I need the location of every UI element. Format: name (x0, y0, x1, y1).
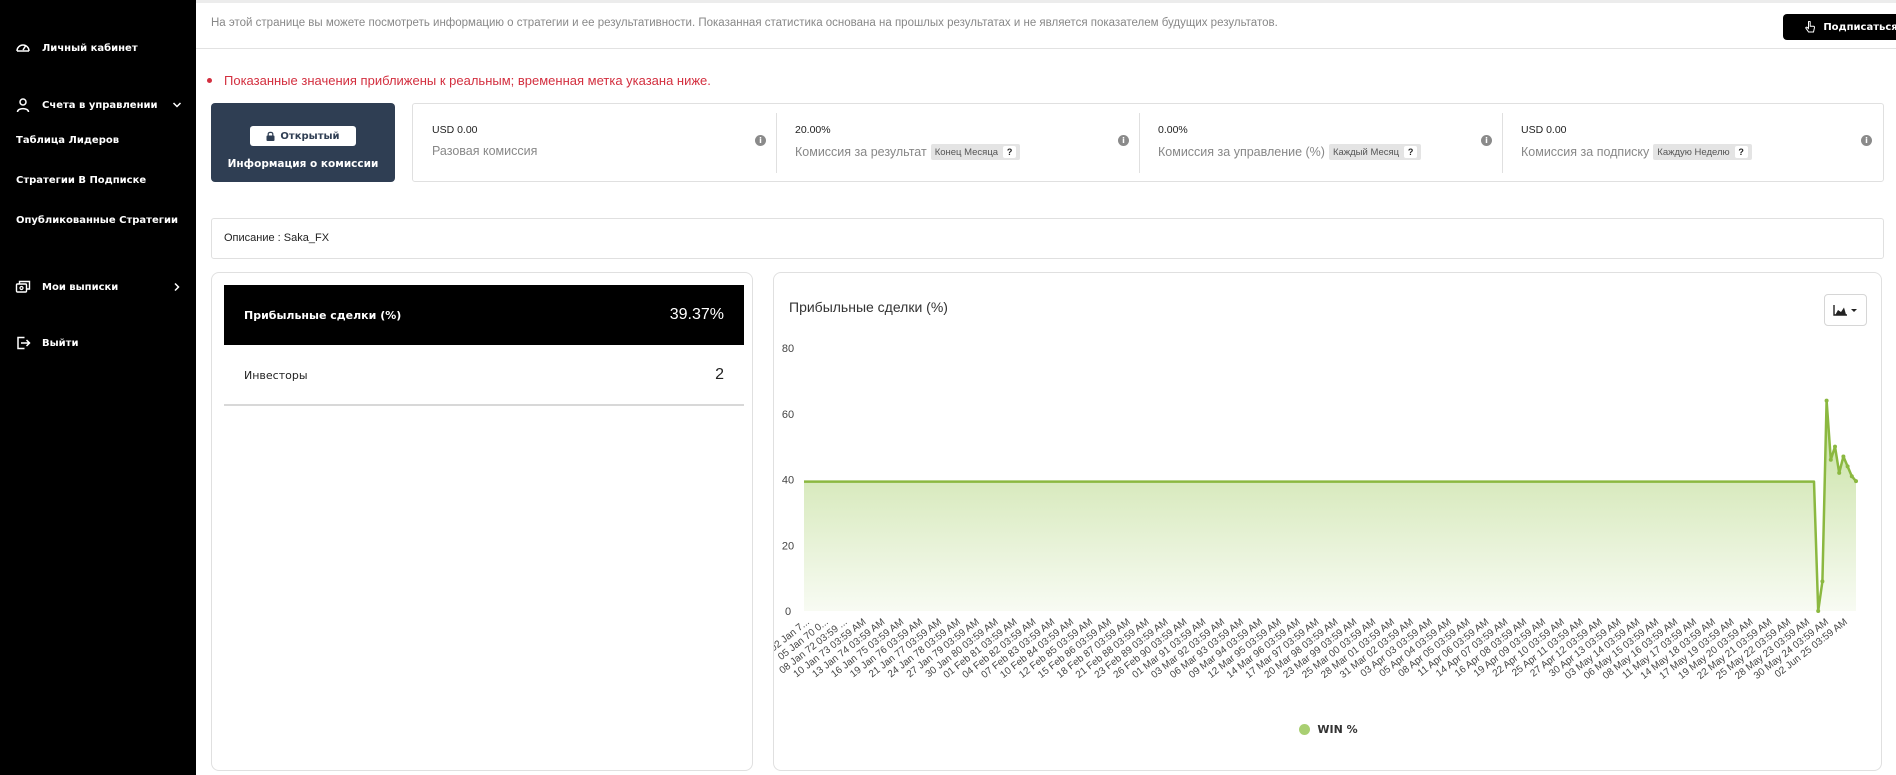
open-status-label: Открытый (280, 130, 340, 142)
data-point (1833, 444, 1837, 449)
data-point (1837, 470, 1842, 475)
page-info-text: На этой странице вы можете посмотреть ин… (211, 17, 1278, 29)
data-point (1849, 474, 1854, 479)
pointer-icon (1805, 21, 1816, 33)
help-icon[interactable]: ? (1734, 146, 1748, 158)
fee-subscription: USD 0.00 Комиссия за подписку Каждую Нед… (1502, 104, 1883, 181)
strategy-description: Описание : Saka_FX (211, 218, 1884, 259)
info-icon[interactable]: i (1481, 135, 1492, 146)
fee-value: 20.00% (795, 124, 831, 136)
description-text: Описание : Saka_FX (224, 232, 330, 244)
commission-info-card: Открытый Информация о комиссии (211, 103, 395, 182)
chart-type-button[interactable] (1824, 294, 1867, 326)
fee-value: 0.00% (1158, 124, 1188, 136)
data-point (1824, 398, 1829, 403)
sidebar-item-label: Выйти (42, 337, 79, 349)
fee-period-badge: Каждую Неделю? (1653, 144, 1752, 160)
fee-label: Разовая комиссия (432, 144, 537, 158)
fee-label-text: Комиссия за управление (%) (1158, 145, 1325, 159)
fee-period-text: Конец Месяца (934, 146, 999, 158)
sidebar: Личный кабинет Счета в управлении Таблиц… (0, 0, 196, 775)
chart-title: Прибыльные сделки (%) (789, 299, 948, 315)
legend-label: WIN % (1317, 723, 1358, 736)
legend-swatch (1299, 724, 1311, 735)
data-point (1820, 579, 1825, 584)
data-point (1816, 609, 1821, 613)
fee-period-badge: Конец Месяца? (930, 144, 1021, 160)
info-icon[interactable]: i (1118, 135, 1129, 146)
fee-label-text: Комиссия за подписку (1521, 145, 1650, 159)
fee-value: USD 0.00 (432, 124, 478, 136)
stat-name: Прибыльные сделки (%) (244, 308, 402, 322)
y-tick-label: 80 (782, 343, 794, 355)
chart-card: 0 20 40 60 80 02 Jan 7... 05 Jan 70 0... 08 Jan… (773, 272, 1882, 771)
divider (1139, 113, 1140, 173)
fee-performance: 20.00% Комиссия за результат Конец Месяц… (776, 104, 1140, 181)
stats-panel: Прибыльные сделки (%) 39.37% Инвесторы 2 (211, 272, 753, 771)
chevron-down-icon[interactable] (172, 100, 182, 110)
fee-one-time: USD 0.00 Разовая комиссия i (413, 104, 777, 181)
fee-period-text: Каждый Месяц (1332, 146, 1400, 158)
sidebar-item-logout[interactable]: Выйти (0, 335, 196, 351)
fee-value: USD 0.00 (1521, 124, 1567, 136)
data-point (1854, 479, 1858, 484)
statements-icon (14, 279, 32, 295)
y-tick-label: 60 (782, 409, 794, 421)
stat-value: 2 (715, 366, 724, 383)
main-content: На этой странице вы можете посмотреть ин… (196, 0, 1896, 775)
subscribe-button[interactable]: Подписаться (1783, 14, 1896, 40)
win-rate-chart: 02040608002 Jan 7...05 Jan 70 0...08 Jan… (774, 343, 1858, 682)
y-tick-label: 20 (782, 540, 794, 552)
commission-info-title: Информация о комиссии (227, 158, 379, 170)
sidebar-item-label: Мои выписки (42, 281, 119, 293)
sidebar-item-published-strategies[interactable]: Опубликованные Стратегии (16, 215, 178, 226)
user-icon (14, 97, 32, 113)
logout-icon (14, 335, 32, 351)
divider (1502, 113, 1503, 173)
approx-values-notice: Показанные значения приближены к реальны… (207, 73, 711, 88)
y-tick-label: 0 (785, 606, 791, 618)
fee-period-text: Каждую Неделю (1657, 146, 1730, 158)
stat-name: Инвесторы (244, 368, 308, 382)
series-area (804, 400, 1856, 611)
data-point (1841, 454, 1846, 459)
area-chart-icon (1832, 305, 1857, 316)
top-bar: На этой странице вы можете посмотреть ин… (196, 0, 1896, 49)
sidebar-item-dashboard[interactable]: Личный кабинет (0, 40, 196, 56)
fee-label-text: Разовая комиссия (432, 144, 538, 158)
subscribe-label: Подписаться (1823, 21, 1896, 33)
chevron-right-icon[interactable] (172, 282, 182, 292)
fee-label: Комиссия за подписку Каждую Неделю? (1521, 144, 1752, 160)
fee-label: Комиссия за результат Конец Месяца? (795, 144, 1021, 160)
sidebar-item-statements[interactable]: Мои выписки (0, 279, 196, 295)
y-tick-label: 40 (782, 475, 794, 487)
sidebar-item-label: Счета в управлении (42, 99, 158, 111)
chart-legend[interactable]: WIN % (774, 723, 1883, 736)
sidebar-item-label: Личный кабинет (42, 42, 138, 54)
notice-text: Показанные значения приближены к реальны… (224, 73, 711, 88)
help-icon[interactable]: ? (1003, 146, 1017, 158)
fee-management: 0.00% Комиссия за управление (%) Каждый … (1139, 104, 1503, 181)
stat-profitable-trades[interactable]: Прибыльные сделки (%) 39.37% (224, 285, 744, 345)
info-icon[interactable]: i (1861, 135, 1872, 146)
bullet-icon (207, 78, 212, 83)
lock-icon (266, 131, 275, 141)
fee-period-badge: Каждый Месяц? (1328, 144, 1422, 160)
data-point (1828, 457, 1833, 462)
fee-label: Комиссия за управление (%) Каждый Месяц? (1158, 144, 1422, 160)
help-icon[interactable]: ? (1404, 146, 1418, 158)
info-icon[interactable]: i (755, 135, 766, 146)
sidebar-item-managed-accounts[interactable]: Счета в управлении (0, 97, 196, 113)
fees-panel: USD 0.00 Разовая комиссия i 20.00% Комис… (412, 103, 1884, 182)
open-status-button[interactable]: Открытый (250, 126, 356, 146)
fee-label-text: Комиссия за результат (795, 145, 927, 159)
sidebar-item-subscribed-strategies[interactable]: Стратегии В Подписке (16, 175, 146, 186)
stat-value: 39.37% (669, 306, 724, 323)
divider (776, 113, 777, 173)
dashboard-icon (14, 40, 32, 56)
data-point (1845, 464, 1850, 469)
sidebar-item-leaderboard[interactable]: Таблица Лидеров (16, 135, 119, 146)
stat-investors[interactable]: Инвесторы 2 (224, 346, 744, 406)
